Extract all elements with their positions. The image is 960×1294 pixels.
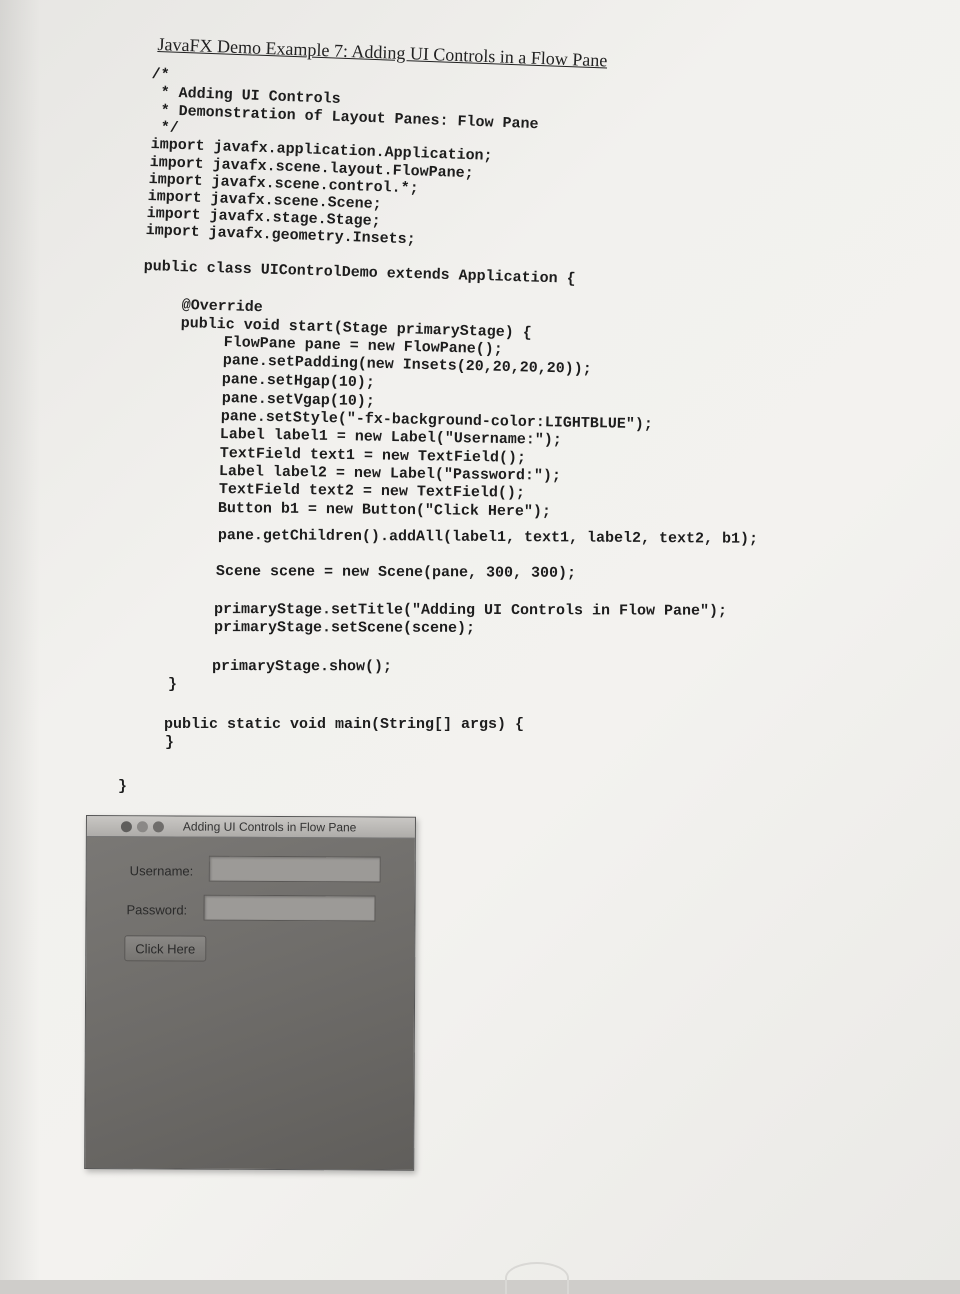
code-line: */: [151, 119, 179, 137]
code-line: primaryStage.setTitle("Adding UI Control…: [213, 601, 728, 620]
password-label: Password:: [126, 902, 188, 918]
code-line: }: [168, 676, 178, 693]
code-line: * Demonstration of Layout Panes: Flow Pa…: [151, 102, 539, 134]
code-line: }: [165, 734, 175, 751]
code-line: }: [118, 778, 128, 795]
code-line: primaryStage.setScene(scene);: [213, 619, 476, 637]
page-mark: [505, 1262, 569, 1294]
window-titlebar: Adding UI Controls in Flow Pane: [86, 816, 415, 839]
minimize-window-icon[interactable]: [136, 821, 148, 833]
document-title: JavaFX Demo Example 7: Adding UI Control…: [157, 34, 608, 71]
window-title: Adding UI Controls in Flow Pane: [182, 819, 357, 835]
maximize-window-icon[interactable]: [152, 821, 164, 833]
page-edge-shadow: [0, 0, 40, 1280]
code-line: pane.setHgap(10);: [221, 371, 375, 392]
code-line: Scene scene = new Scene(pane, 300, 300);: [215, 563, 577, 582]
code-line: public class UIControlDemo extends Appli…: [143, 258, 576, 288]
code-line: @Override: [181, 297, 263, 317]
code-line: primaryStage.show();: [211, 658, 393, 676]
click-here-button[interactable]: Click Here: [124, 935, 207, 962]
close-window-icon[interactable]: [120, 821, 132, 833]
code-line: pane.setVgap(10);: [221, 390, 375, 411]
code-line: pane.getChildren().addAll(label1, text1,…: [217, 527, 759, 548]
paper-page: JavaFX Demo Example 7: Adding UI Control…: [0, 0, 960, 1294]
username-label: Username:: [129, 863, 194, 879]
code-line: Button b1 = new Button("Click Here");: [217, 500, 552, 521]
app-window-screenshot: Adding UI Controls in Flow Pane Username…: [84, 815, 416, 1171]
code-line: TextField text2 = new TextField();: [218, 481, 526, 502]
password-field[interactable]: [203, 894, 376, 922]
username-field[interactable]: [208, 855, 381, 883]
code-line: public static void main(String[] args) {: [164, 716, 525, 733]
code-line: /*: [151, 66, 171, 84]
